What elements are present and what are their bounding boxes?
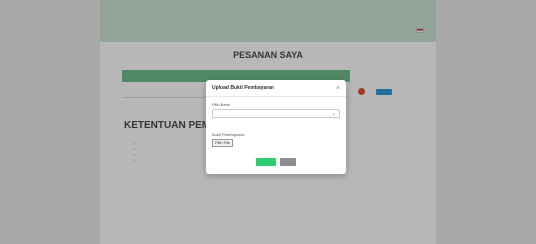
modal-footer <box>206 158 346 166</box>
close-icon[interactable]: × <box>336 85 340 92</box>
bank-select[interactable]: ⌄ <box>212 109 340 118</box>
cancel-button[interactable] <box>280 158 296 166</box>
submit-button[interactable] <box>256 158 276 166</box>
upload-proof-modal: Upload Bukti Pembayaran × Pilih Bank ⌄ B… <box>206 80 346 174</box>
bank-label: Pilih Bank <box>212 102 230 107</box>
choose-file-button[interactable]: Pilih File <box>212 139 234 147</box>
file-label: Bukti Pembayaran <box>212 132 245 137</box>
file-input[interactable]: Pilih File <box>212 139 340 147</box>
chevron-down-icon: ⌄ <box>331 110 336 117</box>
modal-body: Pilih Bank ⌄ Bukti Pembayaran Pilih File <box>206 97 346 152</box>
modal-title: Upload Bukti Pembayaran <box>212 85 274 91</box>
modal-header: Upload Bukti Pembayaran × <box>206 80 346 97</box>
